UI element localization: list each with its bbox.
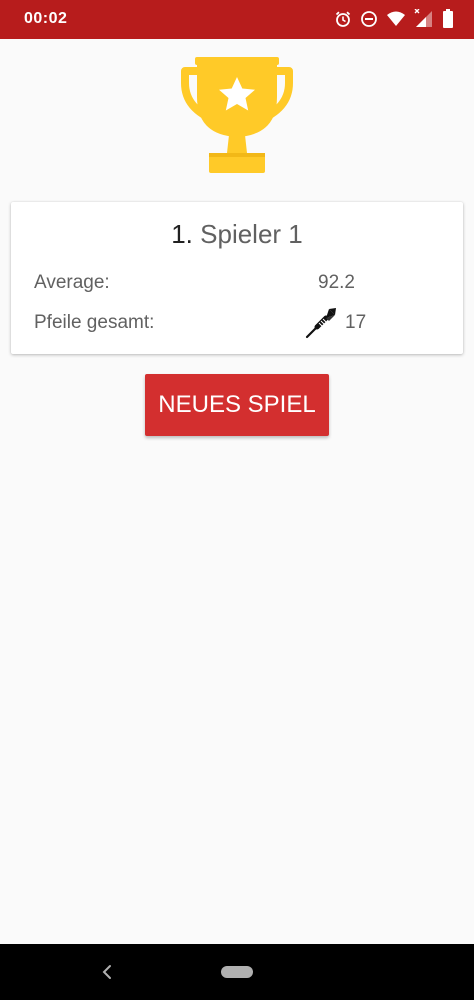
battery-icon (442, 9, 454, 29)
navigation-bar (0, 944, 474, 1000)
back-icon[interactable] (98, 962, 118, 982)
player-name: Spieler 1 (200, 219, 303, 249)
player-rank: 1. (171, 219, 193, 249)
darts-total-value: 17 (345, 312, 367, 333)
player-title: 1. Spieler 1 (11, 219, 463, 249)
do-not-disturb-icon (360, 10, 378, 28)
new-game-button[interactable]: NEUES SPIEL (145, 374, 329, 436)
average-value: 92.2 (318, 272, 355, 293)
alarm-icon (334, 10, 352, 28)
status-time: 00:02 (24, 10, 68, 27)
dart-icon (305, 305, 339, 339)
trophy-icon (177, 57, 297, 175)
signal-icon (414, 9, 434, 29)
wifi-icon (386, 10, 406, 28)
result-card: 1. Spieler 1 Average: 92.2 Pfeile gesamt… (11, 202, 463, 354)
home-pill-icon[interactable] (221, 966, 253, 978)
darts-total-label: Pfeile gesamt: (34, 312, 155, 333)
average-label: Average: (34, 272, 110, 293)
status-icons (334, 8, 454, 30)
status-bar: 00:02 (0, 0, 474, 39)
